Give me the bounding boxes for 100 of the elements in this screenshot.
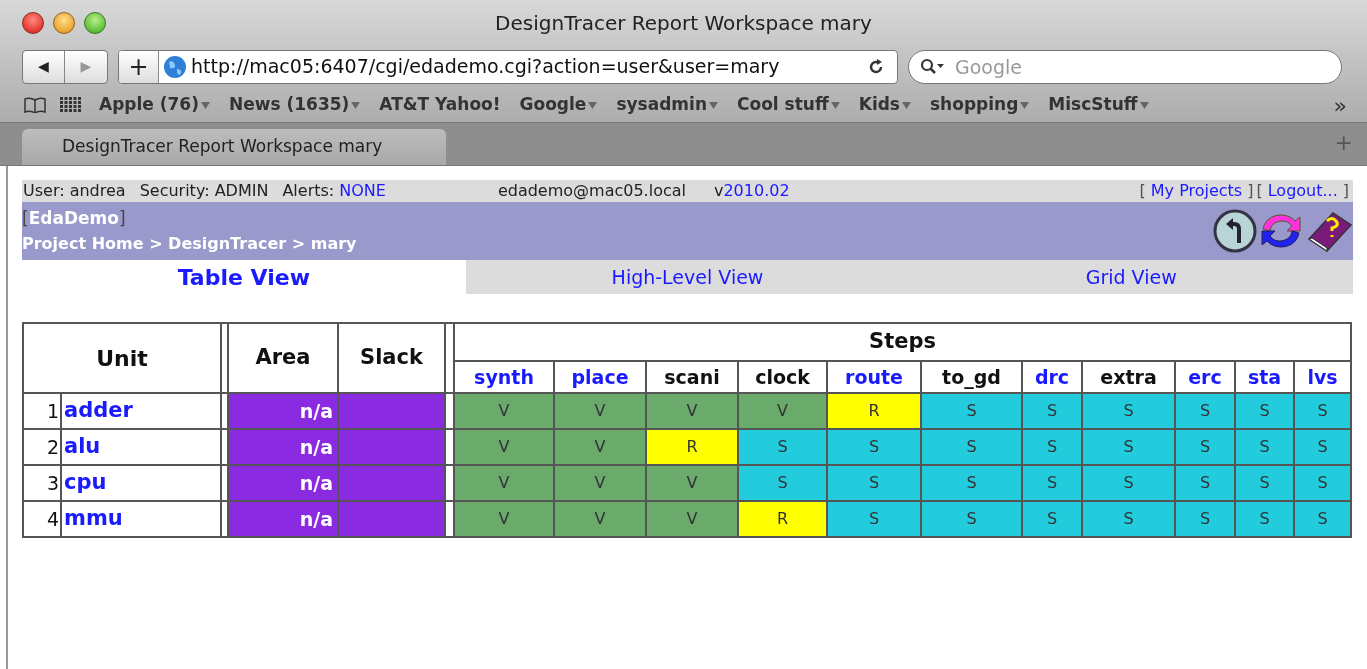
caret-icon [709, 101, 718, 109]
step-status-cell: S [738, 465, 827, 501]
step-status-cell: S [921, 393, 1022, 429]
search-icon [920, 57, 946, 76]
host-label: edademo@mac05.local [497, 180, 686, 202]
caret-icon [1020, 101, 1030, 109]
step-status-cell: S [1022, 393, 1082, 429]
bookmark-item[interactable]: Apple (76) [99, 92, 210, 118]
url-field[interactable]: http://mac05:6407/cgi/edademo.cgi?action=user&user=mary [187, 52, 867, 81]
step-status-cell: S [827, 465, 921, 501]
version-link[interactable]: 2010.02 [723, 179, 790, 203]
bookmark-item[interactable]: MiscStuff [1048, 92, 1149, 118]
step-status-cell: S [1294, 393, 1351, 429]
more-bookmarks-button[interactable]: » [1333, 88, 1347, 122]
step-status-cell: R [827, 393, 921, 429]
step-status-cell: S [1175, 501, 1235, 537]
step-status-cell: V [738, 393, 827, 429]
unit-link[interactable]: cpu [64, 470, 107, 495]
column-header: Unit [23, 323, 221, 393]
bracket: [ [22, 207, 29, 231]
bookmark-item[interactable]: Cool stuff [737, 92, 840, 118]
caret-icon [1139, 101, 1149, 109]
step-status-cell: V [554, 465, 646, 501]
bookmark-item[interactable]: shopping [930, 92, 1030, 118]
step-status-cell: S [1022, 465, 1082, 501]
add-bookmark-button[interactable]: + [119, 50, 159, 83]
bookmark-item[interactable]: Google [519, 92, 598, 118]
alerts-label: Alerts: [282, 180, 335, 202]
step-status-cell: S [1175, 393, 1235, 429]
row-number: 4 [23, 501, 61, 537]
unit-link[interactable]: alu [64, 434, 101, 459]
zoom-window-button[interactable] [84, 11, 106, 34]
window-title: DesignTracer Report Workspace mary [494, 9, 873, 37]
step-status-cell: S [738, 429, 827, 465]
alerts-link[interactable]: NONE [339, 179, 386, 203]
caret-icon [902, 101, 911, 109]
area-cell: n/a [228, 393, 338, 429]
step-status-cell: S [921, 501, 1022, 537]
step-status-cell: V [554, 393, 646, 429]
step-status-cell: V [554, 429, 646, 465]
bookmark-item[interactable]: sysadmin [616, 92, 718, 118]
globe-icon [163, 54, 187, 79]
bracket: [ [1256, 180, 1263, 202]
header-link[interactable]: Logout... [1267, 179, 1338, 203]
row-number: 1 [23, 393, 61, 429]
view-tab[interactable]: Grid View [909, 260, 1353, 294]
header-link[interactable]: My Projects [1150, 179, 1243, 203]
back-button[interactable]: ◀ [23, 50, 65, 83]
help-book-icon[interactable] [1305, 209, 1353, 253]
step-status-cell: S [1022, 429, 1082, 465]
step-status-cell: S [1082, 465, 1175, 501]
step-status-cell: V [646, 465, 738, 501]
step-status-cell: V [646, 501, 738, 537]
bracket: [ [1139, 180, 1146, 202]
step-status-cell: R [738, 501, 827, 537]
step-status-cell: S [1235, 393, 1294, 429]
bracket: ] [1247, 180, 1254, 202]
reload-icon[interactable] [867, 57, 885, 76]
column-header: Steps [454, 323, 1351, 361]
caret-icon [351, 101, 361, 109]
area-cell: n/a [228, 429, 338, 465]
bracket: ] [1342, 180, 1349, 202]
minimize-window-button[interactable] [53, 11, 75, 34]
step-status-cell: S [1235, 429, 1294, 465]
step-status-cell: V [646, 393, 738, 429]
bookmark-item[interactable]: Kids [858, 92, 911, 118]
step-status-cell: S [921, 429, 1022, 465]
step-status-cell: S [1175, 465, 1235, 501]
version-prefix: v [713, 180, 724, 202]
step-status-cell: S [827, 429, 921, 465]
search-field[interactable]: Google [908, 49, 1342, 84]
step-status-cell: S [1294, 465, 1351, 501]
security-label: Security: ADMIN [139, 180, 269, 202]
step-status-cell: S [921, 465, 1022, 501]
area-cell: n/a [228, 501, 338, 537]
step-status-cell: S [1175, 429, 1235, 465]
area-cell: n/a [228, 465, 338, 501]
step-status-cell: S [1235, 465, 1294, 501]
browser-tab[interactable]: DesignTracer Report Workspace mary [22, 129, 446, 165]
view-tab[interactable]: High-Level View [465, 260, 910, 294]
step-status-cell: S [1022, 501, 1082, 537]
step-status-cell: R [646, 429, 738, 465]
breadcrumb: Project Home > DesignTracer > mary [22, 232, 357, 255]
caret-icon [830, 101, 840, 109]
user-label: User: andrea [23, 180, 126, 202]
step-status-cell: V [454, 465, 554, 501]
step-status-cell: S [1294, 429, 1351, 465]
step-status-cell: S [1082, 501, 1175, 537]
step-status-cell: V [454, 393, 554, 429]
step-status-cell: S [827, 501, 921, 537]
step-status-cell: V [454, 429, 554, 465]
close-window-button[interactable] [22, 11, 44, 34]
grid-icon[interactable] [60, 97, 82, 113]
book-icon[interactable] [24, 97, 46, 113]
step-status-cell: S [1235, 501, 1294, 537]
step-status-cell: S [1082, 393, 1175, 429]
bookmark-item[interactable]: AT&T Yahoo! [379, 92, 501, 118]
bookmark-item[interactable]: News (1635) [228, 92, 361, 118]
step-status-cell: V [554, 501, 646, 537]
step-status-cell: S [1294, 501, 1351, 537]
